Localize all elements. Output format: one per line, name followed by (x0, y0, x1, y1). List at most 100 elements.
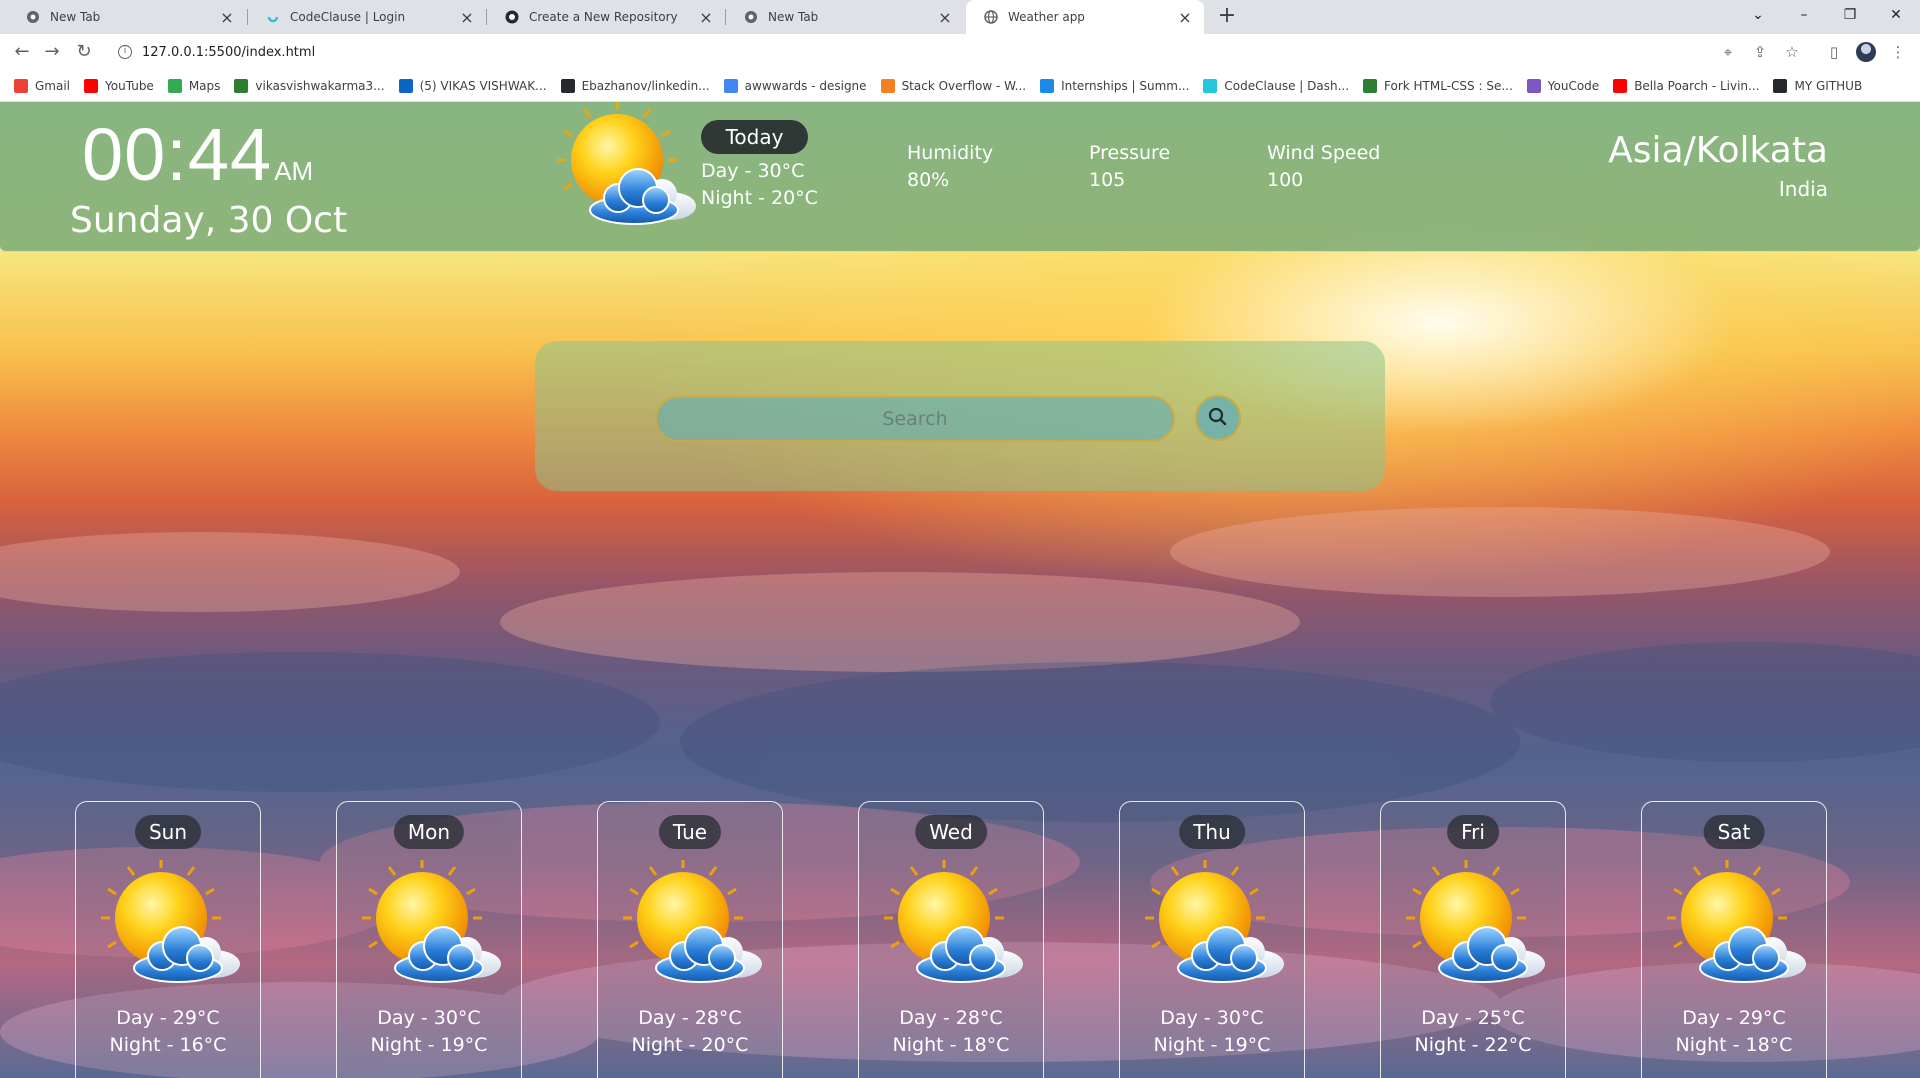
close-icon[interactable]: × (699, 8, 713, 27)
star-icon[interactable]: ☆ (1782, 42, 1802, 62)
bookmark-favicon-icon (14, 78, 28, 93)
profile-avatar[interactable] (1856, 42, 1876, 62)
sun-cloud-icon (1140, 860, 1290, 990)
bookmark-item[interactable]: (5) VIKAS VISHWAK... (398, 78, 547, 93)
bookmarks-bar: Gmail YouTube Maps vikasvishwakarma3... (5) … (0, 70, 1920, 102)
pressure-stat: Pressure 105 (1089, 140, 1170, 194)
bookmark-favicon-icon (84, 78, 99, 93)
search-panel (535, 341, 1385, 491)
tab-new-tab-2[interactable]: New Tab × (726, 0, 964, 34)
tab-title: CodeClause | Login (290, 10, 406, 24)
minimize-button[interactable]: – (1781, 0, 1827, 30)
menu-dots-icon[interactable]: ⋮ (1888, 42, 1908, 62)
bookmark-favicon-icon (398, 78, 413, 93)
sun-cloud-icon (879, 860, 1029, 990)
forward-arrow-icon[interactable]: → (40, 40, 64, 64)
day-temp: Day - 29°C (1682, 1007, 1786, 1029)
back-arrow-icon[interactable]: ← (10, 40, 34, 64)
close-icon[interactable]: × (1178, 8, 1192, 27)
forecast-card-fri: Fri Day - 25°C Night - 22°C (1380, 801, 1566, 1078)
bookmark-item[interactable]: Bella Poarch - Livin... (1613, 78, 1760, 93)
bookmark-item[interactable]: MY GITHUB (1773, 78, 1862, 93)
tab-title: Weather app (1008, 10, 1085, 24)
bookmark-label: Bella Poarch - Livin... (1634, 78, 1760, 93)
today-night-temp: Night - 20°C (701, 187, 818, 209)
night-temp: Night - 18°C (892, 1034, 1010, 1056)
night-temp: Night - 16°C (109, 1034, 227, 1056)
search-input[interactable] (655, 396, 1175, 442)
bookmark-item[interactable]: YouTube (84, 78, 154, 93)
tab-codeclause-login[interactable]: CodeClause | Login × (248, 0, 486, 34)
close-icon[interactable]: × (220, 8, 234, 27)
day-temperature: Day - 28°C Night - 20°C (598, 1005, 782, 1059)
reload-icon[interactable]: ↻ (72, 40, 96, 64)
sun-cloud-icon (618, 860, 768, 990)
night-temp: Night - 19°C (370, 1034, 488, 1056)
day-temp: Day - 28°C (638, 1007, 742, 1029)
day-name: Tue (658, 815, 722, 849)
wind-speed-stat: Wind Speed 100 (1267, 140, 1380, 194)
browser-toolbar: ← → ↻ i 127.0.0.1:5500/index.html ⌖ ⇪ ☆ … (0, 34, 1920, 70)
forecast-card-sun: Sun Day - 29°C Night - 16°C (75, 801, 261, 1078)
bookmark-label: Fork HTML-CSS : Se... (1384, 78, 1513, 93)
night-temp: Night - 19°C (1153, 1034, 1271, 1056)
tab-create-repository[interactable]: Create a New Repository × (487, 0, 725, 34)
bookmark-label: Internships | Summ... (1061, 78, 1190, 93)
day-temperature: Day - 25°C Night - 22°C (1381, 1005, 1565, 1059)
info-icon[interactable]: i (118, 45, 132, 59)
bookmark-item[interactable]: CodeClause | Dash... (1203, 78, 1349, 93)
day-temperature: Day - 30°C Night - 19°C (337, 1005, 521, 1059)
night-temp: Night - 20°C (631, 1034, 749, 1056)
tab-title: Create a New Repository (529, 10, 678, 24)
bookmark-item[interactable]: Maps (167, 78, 220, 93)
bookmark-favicon-icon (1773, 78, 1788, 93)
share-icon[interactable]: ⇪ (1750, 42, 1770, 62)
close-icon[interactable]: × (938, 8, 952, 27)
weather-page: 00:44AM Sunday, 30 Oct Today Day - 30°C … (0, 102, 1920, 1078)
forecast-card-thu: Thu Day - 30°C Night - 19°C (1119, 801, 1305, 1078)
tab-weather-app[interactable]: Weather app × (966, 0, 1204, 34)
bookmark-favicon-icon (723, 78, 738, 93)
bookmark-item[interactable]: Internships | Summ... (1040, 78, 1190, 93)
today-temperature: Day - 30°C Night - 20°C (701, 158, 818, 212)
location: Asia/Kolkata India (1608, 130, 1828, 201)
location-pin-icon[interactable]: ⌖ (1718, 42, 1738, 62)
bookmark-item[interactable]: vikasvishwakarma3... (234, 78, 385, 93)
url-text: 127.0.0.1:5500/index.html (142, 44, 316, 60)
window-close-button[interactable]: ✕ (1873, 0, 1919, 30)
address-bar[interactable]: i 127.0.0.1:5500/index.html (110, 38, 1810, 66)
bookmark-item[interactable]: Ebazhanov/linkedin... (560, 78, 710, 93)
bookmark-item[interactable]: YouCode (1526, 78, 1599, 93)
day-temperature: Day - 29°C Night - 18°C (1642, 1005, 1826, 1059)
day-temperature: Day - 28°C Night - 18°C (859, 1005, 1043, 1059)
day-name: Mon (393, 815, 465, 849)
bookmark-item[interactable]: awwwards - designe (723, 78, 867, 93)
stat-value: 80% (907, 169, 950, 191)
new-tab-button[interactable]: + (1215, 5, 1239, 29)
stat-label: Wind Speed (1267, 142, 1381, 164)
codeclause-icon (266, 10, 280, 24)
bookmark-item[interactable]: Fork HTML-CSS : Se... (1363, 78, 1513, 93)
bookmark-favicon-icon (560, 78, 575, 93)
restore-button[interactable]: ❐ (1827, 0, 1873, 30)
today-badge: Today (701, 120, 808, 154)
bookmark-item[interactable]: Stack Overflow - W... (880, 78, 1026, 93)
tab-title: New Tab (768, 10, 819, 24)
day-temp: Day - 28°C (899, 1007, 1003, 1029)
day-temp: Day - 25°C (1421, 1007, 1525, 1029)
timezone: Asia/Kolkata (1608, 130, 1828, 171)
bookmark-label: YouTube (105, 78, 154, 93)
bookmark-item[interactable]: Gmail (14, 78, 71, 93)
close-icon[interactable]: × (460, 8, 474, 27)
search-button[interactable] (1195, 395, 1241, 441)
am-pm: AM (274, 156, 314, 186)
side-panel-icon[interactable]: ▯ (1824, 42, 1844, 62)
chevron-down-icon[interactable]: ⌄ (1735, 0, 1781, 30)
forecast-card-mon: Mon Day - 30°C Night - 19°C (336, 801, 522, 1078)
stat-value: 100 (1267, 169, 1304, 191)
bookmark-label: Gmail (35, 78, 71, 93)
sun-cloud-icon (96, 860, 246, 990)
tab-new-tab-1[interactable]: New Tab × (8, 0, 246, 34)
stat-label: Humidity (907, 142, 994, 164)
bookmark-label: (5) VIKAS VISHWAK... (419, 78, 547, 93)
